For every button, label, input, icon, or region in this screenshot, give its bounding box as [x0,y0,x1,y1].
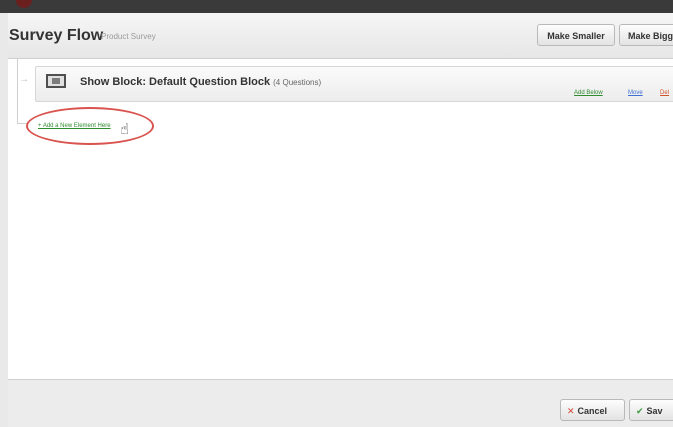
highlight-circle [26,107,154,145]
move-link[interactable]: Move [628,90,643,96]
cancel-label: Cancel [577,406,608,416]
hand-cursor-icon: ☝ [120,121,130,138]
add-below-link[interactable]: Add Below [574,90,603,96]
flow-element-block[interactable]: Show Block: Default Question Block (4 Qu… [35,66,673,102]
block-title: Show Block: Default Question Block (4 Qu… [80,76,321,88]
make-bigger-button[interactable]: Make Bigg [619,24,673,46]
logo [16,0,32,8]
make-smaller-button[interactable]: Make Smaller [537,24,615,46]
flow-connector-line [17,59,18,123]
page-title: Survey Flow [9,27,104,44]
dialog-header: Survey Flow Product Survey Make Smaller … [8,13,673,59]
delete-link[interactable]: Del [660,90,669,96]
dialog-footer: ✕ Cancel ✔ Sav [8,380,673,427]
survey-name: Product Survey [101,32,156,41]
flow-canvas: → Show Block: Default Question Block (4 … [8,59,673,379]
block-icon [46,74,66,88]
block-question-count: (4 Questions) [273,78,322,87]
survey-flow-dialog: Survey Flow Product Survey Make Smaller … [8,13,673,427]
top-bar [0,0,673,13]
arrow-right-icon: → [19,74,29,85]
check-icon: ✔ [636,406,644,416]
cancel-button[interactable]: ✕ Cancel [560,399,625,421]
save-label: Sav [646,406,663,416]
block-title-text: Show Block: Default Question Block [80,76,271,88]
close-icon: ✕ [567,406,575,416]
save-button[interactable]: ✔ Sav [629,399,673,421]
